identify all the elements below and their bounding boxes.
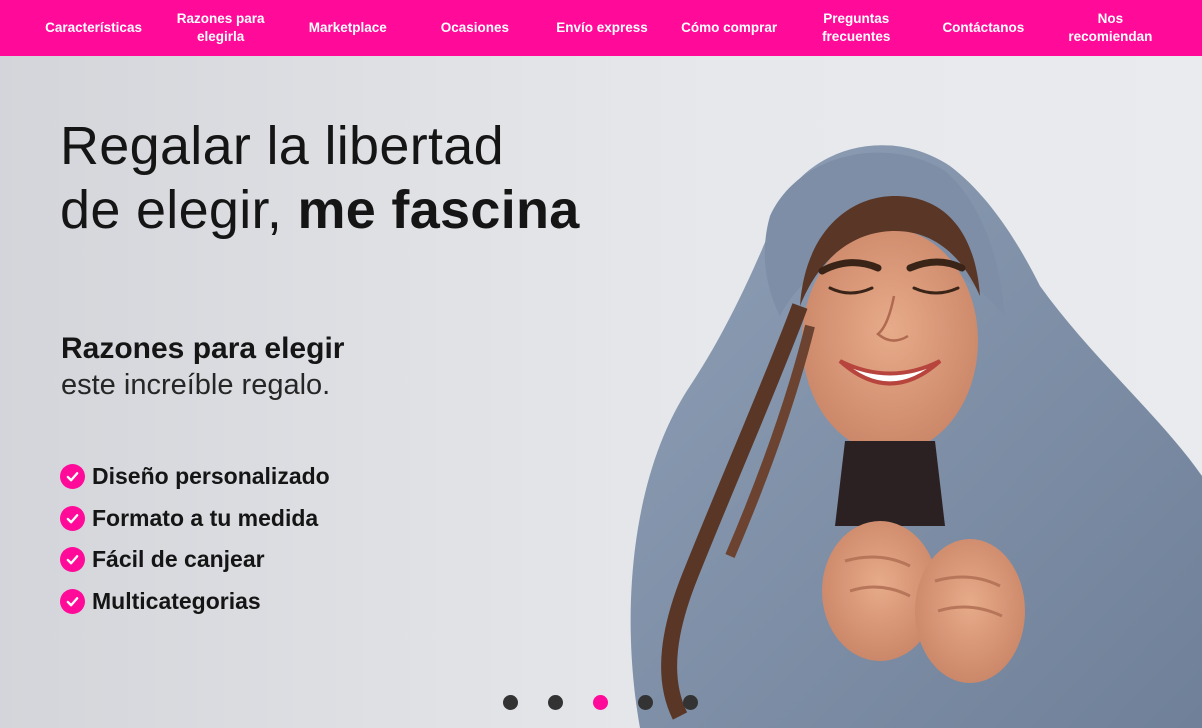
nav-item-preguntas-frecuentes[interactable]: Preguntas frecuentes [793, 10, 920, 46]
headline-bold: me fascina [297, 180, 580, 240]
nav-item-nos-recomiendan[interactable]: Nos recomiendan [1047, 10, 1174, 46]
feature-item: Multicategorias [60, 581, 330, 623]
feature-item: Diseño personalizado [60, 456, 330, 498]
nav-item-caracteristicas[interactable]: Características [30, 19, 157, 37]
carousel-dot[interactable] [548, 695, 563, 710]
carousel-dot[interactable] [683, 695, 698, 710]
nav-item-marketplace[interactable]: Marketplace [284, 19, 411, 37]
carousel-dot[interactable] [593, 695, 608, 710]
hero-headline: Regalar la libertad de elegir, me fascin… [60, 114, 600, 242]
subhead-bold: Razones para elegir [61, 332, 345, 365]
nav-item-como-comprar[interactable]: Cómo comprar [666, 19, 793, 37]
carousel-dot[interactable] [638, 695, 653, 710]
feature-label: Formato a tu medida [92, 504, 319, 531]
check-circle-icon [60, 505, 85, 531]
carousel-pagination [503, 695, 728, 710]
feature-label: Diseño personalizado [92, 463, 330, 490]
check-circle-icon [60, 464, 85, 490]
nav-item-contactanos[interactable]: Contáctanos [920, 19, 1047, 37]
nav-item-ocasiones[interactable]: Ocasiones [411, 19, 538, 37]
check-circle-icon [60, 547, 85, 573]
feature-label: Fácil de canjear [92, 546, 265, 573]
headline-light-line-1: Regalar la libertad [60, 116, 504, 176]
nav-item-envio-express[interactable]: Envío express [538, 19, 665, 37]
subhead-light: este increíble regalo. [61, 369, 331, 401]
features-list: Diseño personalizado Formato a tu medida… [60, 456, 330, 622]
top-navigation: Características Razones para elegirla Ma… [0, 0, 1202, 56]
hero-woman-photo [630, 145, 1202, 728]
nav-item-razones-para-elegirla[interactable]: Razones para elegirla [157, 10, 284, 46]
check-circle-icon [60, 588, 85, 614]
headline-light-line-2: de elegir, [60, 180, 298, 240]
hero-subheading: Razones para elegir este increíble regal… [61, 331, 541, 403]
feature-item: Formato a tu medida [60, 498, 330, 540]
feature-label: Multicategorias [92, 587, 261, 614]
feature-item: Fácil de canjear [60, 539, 330, 581]
carousel-dot[interactable] [503, 695, 518, 710]
hero-banner: Regalar la libertad de elegir, me fascin… [0, 56, 1202, 728]
